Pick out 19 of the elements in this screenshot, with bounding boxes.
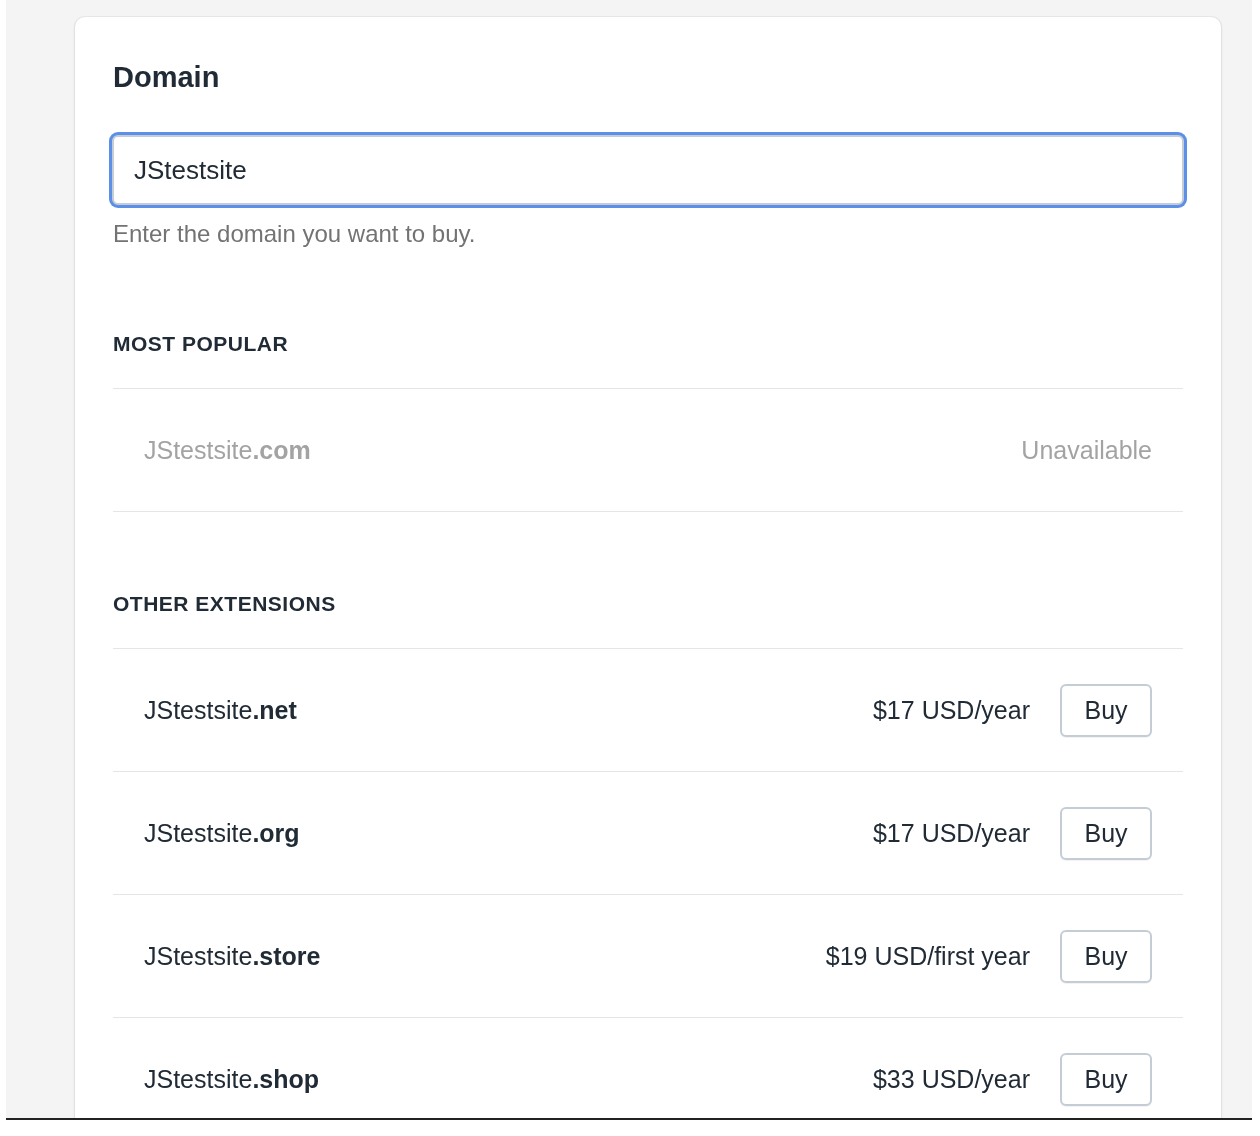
price-text: $33 USD/year (872, 1064, 1030, 1094)
price-text: $17 USD/year (872, 695, 1030, 725)
section-heading: OTHER EXTENSIONS (113, 592, 1183, 649)
buy-button[interactable]: Buy (1060, 929, 1152, 983)
card-title: Domain (113, 61, 221, 94)
domain-name: JStestsite.com (144, 435, 312, 465)
price-text: $19 USD/first year (825, 941, 1030, 971)
domain-name: JStestsite.org (144, 818, 301, 848)
buy-button[interactable]: Buy (1060, 1052, 1152, 1106)
price-text: $17 USD/year (872, 818, 1030, 848)
domain-name: JStestsite.net (144, 695, 298, 725)
help-text: Enter the domain you want to buy. (113, 220, 477, 248)
domain-name: JStestsite.shop (144, 1064, 321, 1094)
domain-input-field[interactable]: JStestsite (109, 132, 1187, 208)
section-heading: MOST POPULAR (113, 332, 1183, 389)
buy-button[interactable]: Buy (1060, 683, 1152, 737)
availability-status: Unavailable (1021, 435, 1152, 465)
domain-name: JStestsite.store (144, 941, 322, 971)
buy-button[interactable]: Buy (1060, 806, 1152, 860)
